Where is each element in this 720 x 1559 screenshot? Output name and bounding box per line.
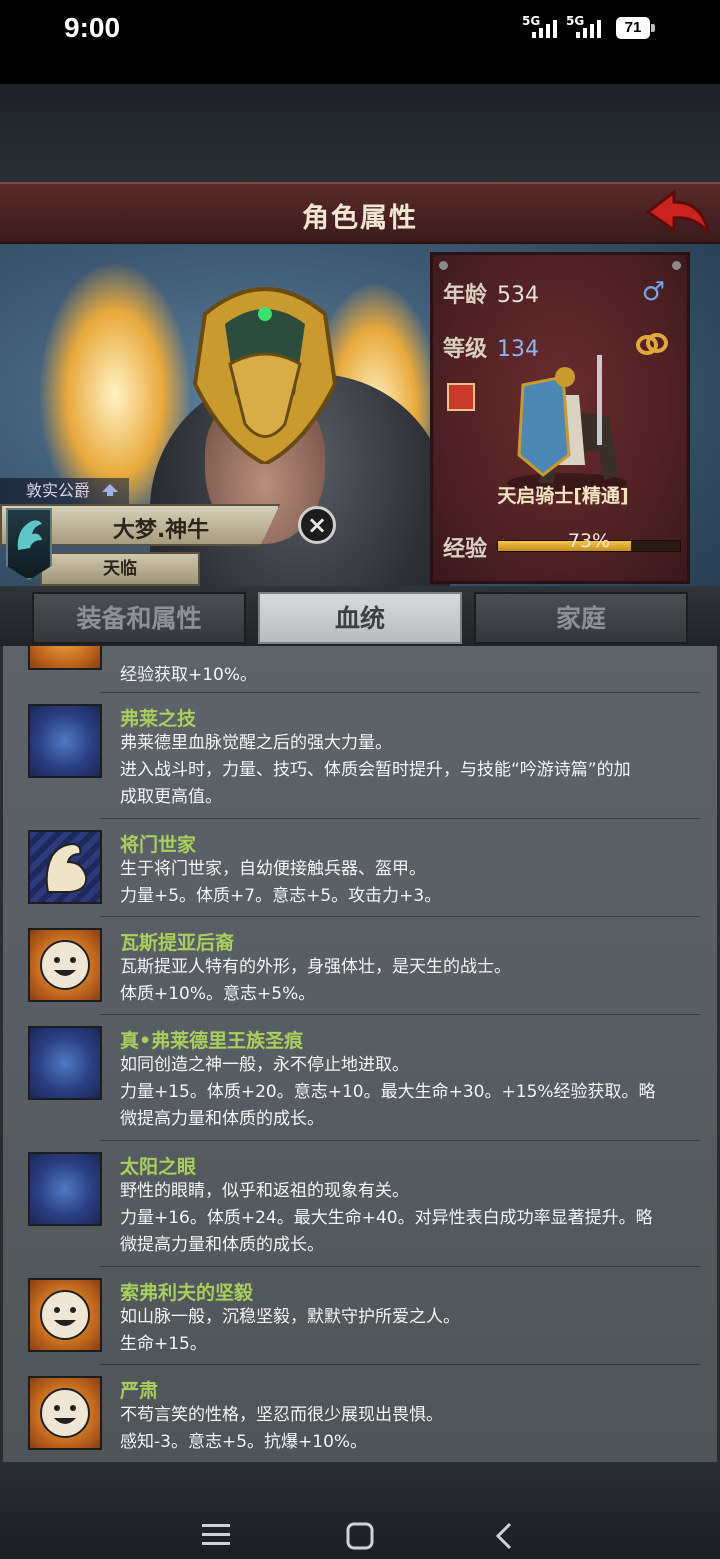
tab-family[interactable]: 家庭 — [474, 592, 688, 644]
level-label: 等级 — [443, 337, 488, 362]
crown-icon — [28, 1152, 102, 1226]
back-icon[interactable] — [494, 1522, 514, 1550]
character-name: 大梦.神牛 — [112, 518, 210, 543]
exp-value: 73% — [567, 530, 611, 552]
age-row: 年龄 534 — [443, 277, 539, 309]
menu-icon[interactable] — [202, 1522, 230, 1546]
divider — [100, 818, 700, 819]
class-badge-icon — [447, 383, 475, 411]
trait-desc-line: 不苟言笑的性格，坚忍而很少展现出畏惧。 — [120, 1405, 443, 1425]
trait-desc-line: 野性的眼睛，似乎和返祖的现象有关。 — [120, 1181, 409, 1201]
trait-name: 真•弗莱德里王族圣痕 — [120, 1030, 304, 1052]
trait-desc-line: 力量+15。体质+20。意志+10。最大生命+30。+15%经验获取。略 — [120, 1082, 656, 1102]
rank-up-icon — [102, 484, 119, 496]
page-title: 角色属性 — [302, 203, 418, 234]
trait-desc-line: 弗莱德里血脉觉醒之后的强大力量。 — [120, 733, 392, 753]
page-header: 角色属性 — [0, 182, 720, 244]
trait-desc-line: 力量+16。体质+24。最大生命+40。对异性表白成功率显著提升。略 — [120, 1208, 653, 1228]
clock: 9:00 — [64, 12, 121, 43]
trait-name: 瓦斯提亚后裔 — [120, 932, 235, 954]
smiley-face-icon — [28, 928, 102, 1002]
exp-label: 经验 — [443, 537, 488, 562]
stats-panel: 年龄 534 ♂ 等级 134 天启骑士[精通] 经验 73% — [430, 252, 690, 584]
divider — [100, 1014, 700, 1015]
ring-icon[interactable] — [635, 331, 669, 357]
trait-desc-line: 生命+15。 — [120, 1334, 207, 1354]
trait-name: 太阳之眼 — [120, 1156, 197, 1178]
faction-plate: 天临 — [40, 552, 200, 586]
crown-icon — [28, 1026, 102, 1100]
male-icon: ♂ — [641, 277, 665, 307]
trait-name: 索弗利夫的坚毅 — [120, 1282, 254, 1304]
noble-title-text: 敦实公爵 — [26, 481, 91, 500]
trait-desc-line: 体质+10%。意志+5%。 — [120, 984, 316, 1004]
age-value: 534 — [497, 283, 540, 308]
tab-bloodline[interactable]: 血统 — [258, 592, 462, 644]
noble-title: 敦实公爵 — [0, 478, 130, 504]
trait-desc-line: 瓦斯提亚人特有的外形，身强体壮，是天生的战士。 — [120, 957, 511, 977]
trait-name: 将门世家 — [120, 834, 197, 856]
status-bar: 9:00 5G 5G 71 — [0, 0, 720, 84]
trait-desc-line: 成取更高值。 — [120, 787, 222, 807]
strong-arm-icon — [28, 830, 102, 904]
trait-name: 弗莱之技 — [120, 708, 197, 730]
trait-name: 严肃 — [120, 1380, 159, 1402]
signal-icon — [576, 18, 606, 38]
trait-desc-line: 感知-3。意志+5。抗爆+10%。 — [120, 1432, 368, 1452]
faction-name: 天临 — [103, 559, 137, 579]
close-button[interactable]: × — [298, 506, 336, 544]
trait-icon-partial — [28, 646, 102, 670]
trait-list[interactable]: 经验获取+10%。 弗莱之技 弗莱德里血脉觉醒之后的强大力量。 进入战斗时，力量… — [0, 646, 720, 1462]
trait-desc-line: 如同创造之神一般，永不停止地进取。 — [120, 1055, 409, 1075]
trait-desc-line: 生于将门世家，自幼便接触兵器、盔甲。 — [120, 859, 426, 879]
hero-helmet — [192, 287, 338, 464]
signal-icon — [532, 18, 562, 38]
divider — [100, 1364, 700, 1365]
smiley-face-icon — [28, 1278, 102, 1352]
trait-desc-line: 力量+5。体质+7。意志+5。攻击力+3。 — [120, 886, 442, 906]
top-spacer — [0, 84, 720, 184]
battery-icon: 71 — [616, 17, 655, 39]
system-nav-bar — [0, 1462, 720, 1559]
trait-desc-partial: 经验获取+10%。 — [120, 665, 258, 685]
trait-desc-line: 如山脉一般，沉稳坚毅，默默守护所爱之人。 — [120, 1307, 460, 1327]
age-label: 年龄 — [443, 283, 488, 308]
experience-row: 经验 73% — [443, 530, 683, 562]
trait-desc-line: 微提高力量和体质的成长。 — [120, 1109, 324, 1129]
faction-emblem-icon — [6, 508, 52, 580]
divider — [100, 692, 700, 693]
home-icon[interactable] — [346, 1522, 374, 1550]
divider — [100, 916, 700, 917]
class-name: 天启骑士[精通] — [497, 485, 629, 507]
trait-desc-line: 进入战斗时，力量、技巧、体质会暂时提升，与技能“吟游诗篇”的加 — [120, 760, 631, 780]
divider — [100, 1266, 700, 1267]
tab-equipment[interactable]: 装备和属性 — [32, 592, 246, 644]
tab-bar: 装备和属性 血统 家庭 — [0, 586, 720, 646]
back-arrow-icon[interactable] — [644, 188, 712, 238]
trait-desc-line: 微提高力量和体质的成长。 — [120, 1235, 324, 1255]
smiley-face-icon — [28, 1376, 102, 1450]
crown-icon — [28, 704, 102, 778]
divider — [100, 1140, 700, 1141]
